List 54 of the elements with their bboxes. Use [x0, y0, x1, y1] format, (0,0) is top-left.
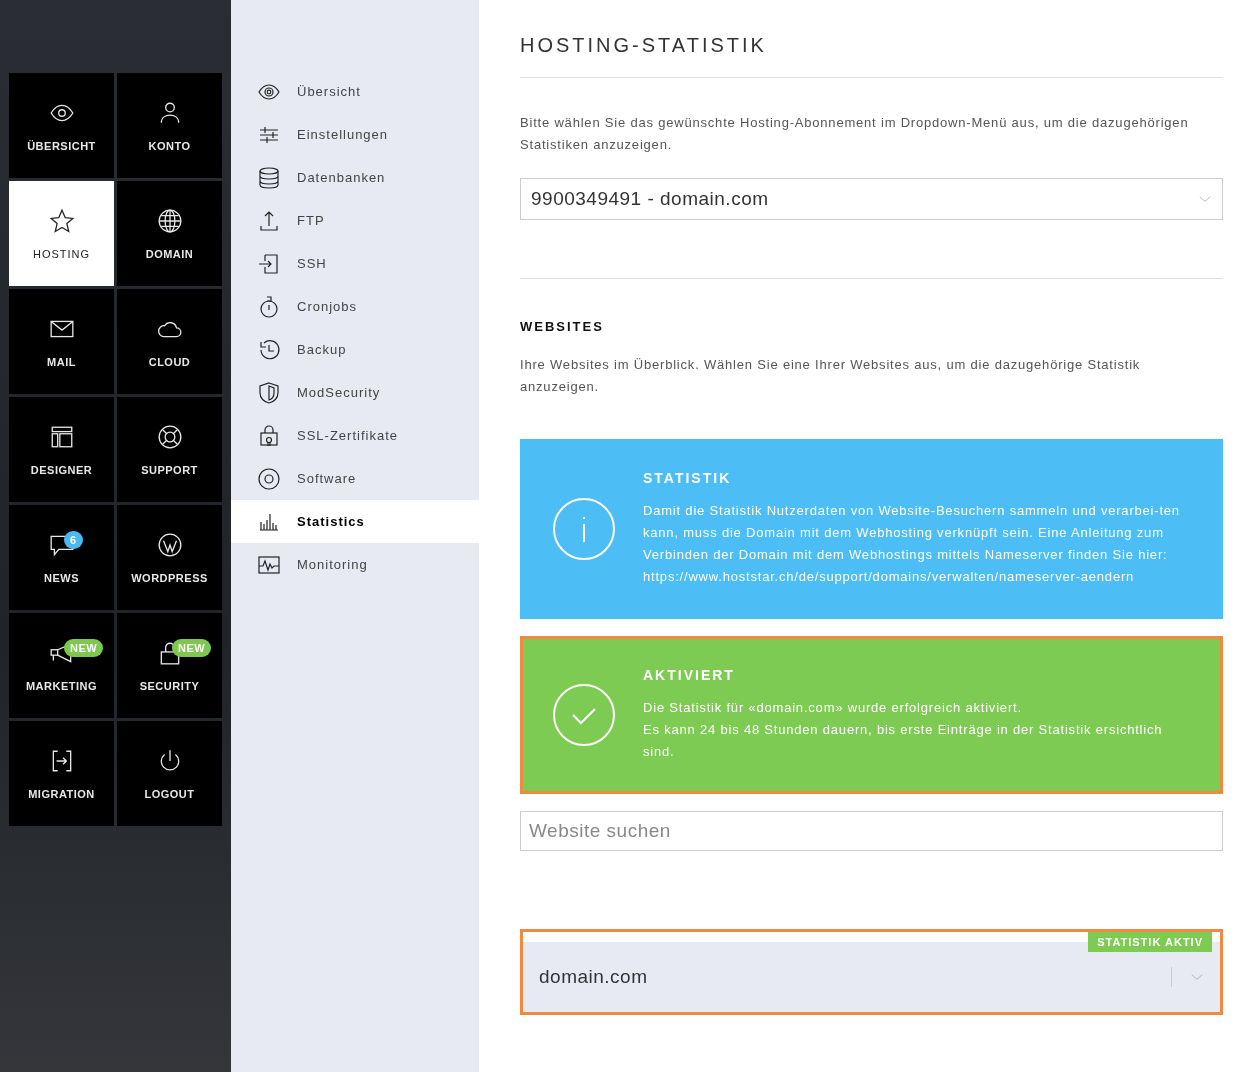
globe-icon: [156, 207, 183, 234]
nav-tile[interactable]: NEW SECURITY: [117, 613, 222, 718]
nav-tile[interactable]: SUPPORT: [117, 397, 222, 502]
submenu-item[interactable]: Übersicht: [231, 70, 479, 113]
submenu-item[interactable]: Software: [231, 457, 479, 500]
notice-text: Es kann 24 bis 48 Stunden dauern, bis erste Einträge in der Statistik ersichtlich sind.: [643, 721, 1164, 761]
nav-tile[interactable]: KONTO: [117, 73, 222, 178]
info-icon: [553, 498, 615, 560]
notice-title: STATISTIK: [643, 470, 733, 486]
subscription-dropdown[interactable]: 9900349491 - domain.com: [520, 178, 1223, 220]
nav-tile[interactable]: LOGOUT: [117, 721, 222, 826]
section-description: Ihre Websites im Überblick. Wählen Sie eine Ihrer Websites aus, um die dazugehörige Statistik anzuzeigen.: [520, 356, 1142, 396]
certificate-lock-icon: [257, 423, 281, 448]
nav-tile[interactable]: WORDPRESS: [117, 505, 222, 610]
submenu-item[interactable]: SSH: [231, 242, 479, 285]
nav-tile[interactable]: MIGRATION: [9, 721, 114, 826]
submenu-item[interactable]: FTP: [231, 199, 479, 242]
login-icon: [257, 251, 281, 276]
submenu-item[interactable]: Monitoring: [231, 543, 479, 586]
nav-tile[interactable]: HOSTING: [9, 181, 114, 286]
stopwatch-icon: [257, 294, 281, 319]
shield-icon: [257, 380, 281, 405]
notice-text: Die Statistik für «domain.com» wurde erfolgreich aktiviert.: [643, 699, 1023, 717]
disc-icon: [257, 466, 281, 491]
notification-badge: 6: [64, 531, 83, 549]
wordpress-icon: [156, 531, 183, 558]
search-field[interactable]: Website suchen: [520, 811, 1223, 851]
notice-title: AKTIVIERT: [643, 667, 736, 683]
star-icon: [48, 207, 75, 234]
submenu-item[interactable]: Cronjobs: [231, 285, 479, 328]
notification-badge: NEW: [172, 639, 212, 657]
section-heading: WEBSITES: [520, 319, 605, 334]
nav-tile[interactable]: ÜBERSICHT: [9, 73, 114, 178]
notice-text: Damit die Statistik Nutzerdaten von Website-Besuchern sammeln und verarbei-ten kann, muss die Domain mit dem Webhosting verknüpft sein. Eine Anleitung zum Verbinden der Domain mit dem Webhostings mittels Nameserver finden Sie hier: https://www.hoststar.ch/de/support/domains/verwalten/nameserver-aendern: [643, 502, 1181, 586]
nav-tile[interactable]: DOMAIN: [117, 181, 222, 286]
submenu-item[interactable]: Backup: [231, 328, 479, 371]
nav-tile[interactable]: DESIGNER: [9, 397, 114, 502]
intro-text: Bitte wählen Sie das gewünschte Hosting-Abonnement im Dropdown-Menü aus, um die dazugehörigen Statistiken anzuzeigen.: [520, 114, 1190, 154]
submenu-item[interactable]: Einstellungen: [231, 113, 479, 156]
nav-tile[interactable]: 6 NEWS: [9, 505, 114, 610]
submenu-item[interactable]: Statistics: [231, 500, 479, 543]
notification-badge: NEW: [64, 639, 104, 657]
nav-tile[interactable]: CLOUD: [117, 289, 222, 394]
status-badge: STATISTIK AKTIV: [1088, 932, 1212, 952]
database-icon: [257, 165, 281, 190]
checkmark-icon: [553, 684, 615, 746]
submenu-item[interactable]: SSL-Zertifikate: [231, 414, 479, 457]
submenu-item[interactable]: ModSecurity: [231, 371, 479, 414]
nav-tile[interactable]: MAIL: [9, 289, 114, 394]
nav-tile[interactable]: NEW MARKETING: [9, 613, 114, 718]
page-title: HOSTING-STATISTIK: [520, 34, 1223, 78]
history-icon: [257, 337, 281, 362]
submenu-item[interactable]: Datenbanken: [231, 156, 479, 199]
lifebuoy-icon: [156, 423, 183, 450]
